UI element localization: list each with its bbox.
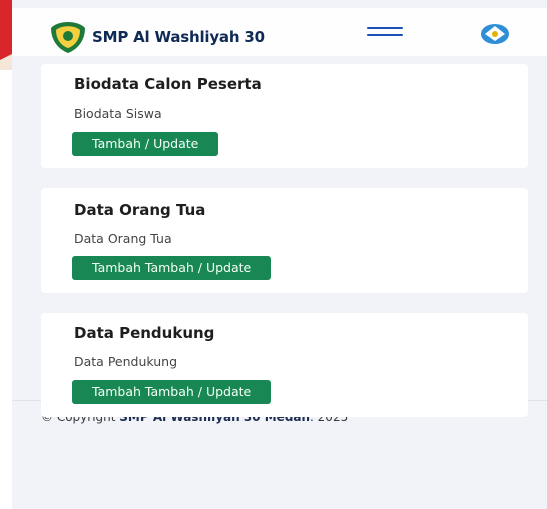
card-orang-tua: Data Orang Tua Data Orang Tua Tambah Tam…: [41, 188, 528, 293]
card-text: Data Orang Tua: [74, 231, 172, 246]
hamburger-menu-icon[interactable]: [367, 27, 403, 43]
brand[interactable]: SMP Al Washliyah 30: [48, 20, 265, 54]
card-text: Biodata Siswa: [74, 106, 162, 121]
top-navbar: SMP Al Washliyah 30: [12, 8, 547, 56]
update-biodata-button[interactable]: Tambah / Update: [72, 132, 219, 156]
tut-wuri-handayani-emblem-icon: [480, 22, 510, 46]
card-title: Data Pendukung: [74, 324, 215, 342]
brand-name: SMP Al Washliyah 30: [92, 28, 265, 46]
update-pendukung-button[interactable]: Tambah Tambah / Update: [72, 380, 272, 404]
school-logo-icon: [48, 20, 88, 54]
card-title: Data Orang Tua: [74, 201, 206, 219]
card-text: Data Pendukung: [74, 354, 178, 369]
card-title: Biodata Calon Peserta: [74, 75, 262, 93]
card-pendukung: Data Pendukung Data Pendukung Tambah Tam…: [41, 313, 528, 417]
update-orang-tua-button[interactable]: Tambah Tambah / Update: [72, 256, 272, 280]
card-biodata: Biodata Calon Peserta Biodata Siswa Tamb…: [41, 64, 528, 168]
